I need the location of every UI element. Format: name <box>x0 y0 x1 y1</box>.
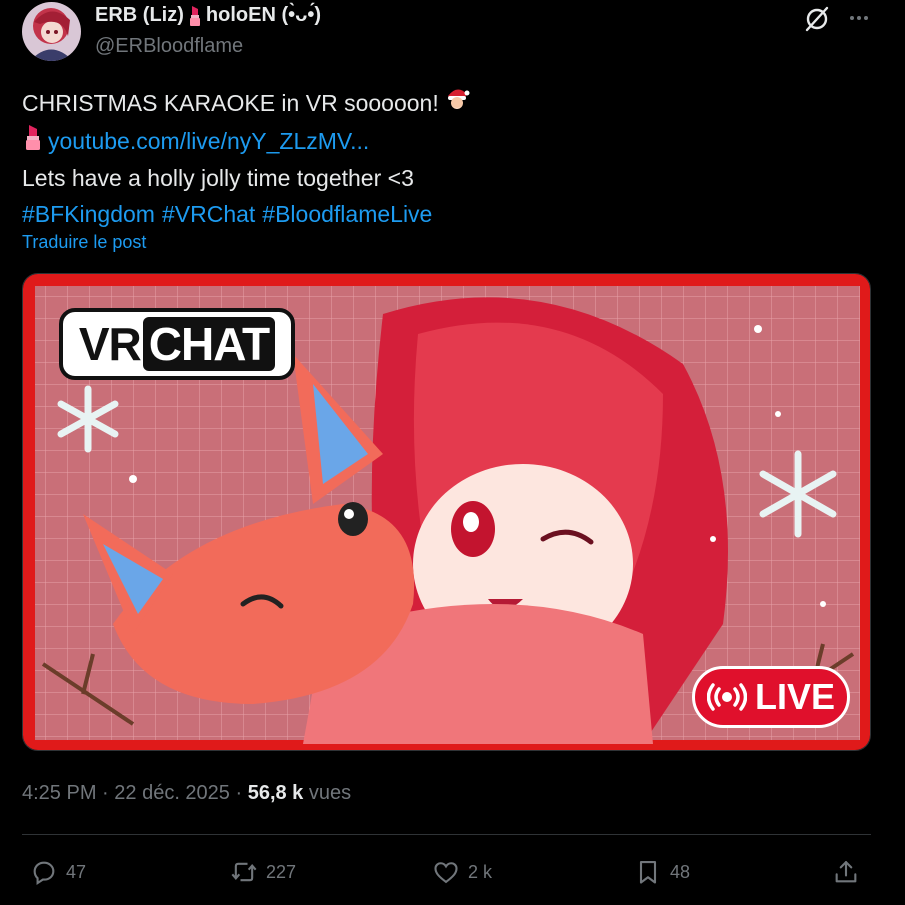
avatar[interactable] <box>22 2 81 61</box>
repost-count: 227 <box>266 861 297 882</box>
live-badge: LIVE <box>692 666 850 728</box>
vrchat-logo: VR CHAT <box>59 308 295 380</box>
tweet-hashtags: #BFKingdom #VRChat #BloodflameLive <box>22 197 471 233</box>
tweet-line-1: CHRISTMAS KARAOKE in VR sooooon! <box>22 84 471 123</box>
translate-post-link[interactable]: Traduire le post <box>22 232 146 253</box>
bookmark-count: 48 <box>670 861 691 882</box>
santa-emoji-icon <box>443 84 471 123</box>
tweet-line-3-text: Lets have a holly jolly time together <3 <box>22 165 414 191</box>
divider <box>22 834 871 835</box>
tweet-meta: 4:25 PM · 22 déc. 2025 · 56,8 k vues <box>22 782 351 805</box>
display-name[interactable]: ERB (Liz) holoEN (•̀ᴗ•́) <box>95 4 321 27</box>
action-bar: 47 227 2 k 48 <box>22 850 871 894</box>
more-options-icon[interactable] <box>847 6 871 30</box>
hashtag-bfkingdom[interactable]: #BFKingdom <box>22 197 155 233</box>
heart-icon <box>434 862 458 884</box>
share-icon <box>835 861 857 883</box>
display-name-text[interactable]: ERB (Liz) <box>95 4 184 27</box>
hashtag-bloodflamelive[interactable]: #BloodflameLive <box>262 197 432 233</box>
like-button[interactable]: 2 k <box>432 850 492 894</box>
meta-separator: · <box>102 782 115 804</box>
tweet-text: CHRISTMAS KARAOKE in VR sooooon! youtube… <box>22 84 471 232</box>
display-name-suffix[interactable]: holoEN (•̀ᴗ•́) <box>206 4 321 27</box>
share-button[interactable] <box>832 850 860 894</box>
media-image[interactable]: VR CHAT LIVE <box>22 273 871 751</box>
like-count: 2 k <box>468 861 493 882</box>
youtube-link[interactable]: youtube.com/live/nyY_ZLzMV... <box>48 124 369 160</box>
meta-separator: · <box>235 782 248 804</box>
repost-button[interactable]: 227 <box>230 850 296 894</box>
hashtag-vrchat[interactable]: #VRChat <box>162 197 255 233</box>
vrchat-logo-chat: CHAT <box>142 317 276 371</box>
views-label: vues <box>308 782 352 804</box>
views-count: 56,8 k <box>247 782 304 804</box>
user-handle[interactable]: @ERBloodflame <box>95 35 243 58</box>
reply-icon <box>33 861 55 886</box>
bookmark-button[interactable]: 48 <box>634 850 690 894</box>
live-label: LIVE <box>754 676 835 717</box>
tweet-line-2: youtube.com/live/nyY_ZLzMV... <box>22 123 471 162</box>
vrchat-logo-vr: VR <box>78 318 142 370</box>
bookmark-icon <box>639 861 657 884</box>
reply-button[interactable]: 47 <box>30 850 86 894</box>
tweet-date[interactable]: 22 déc. 2025 <box>114 782 230 804</box>
lipstick-emoji-icon <box>188 5 202 27</box>
reply-count: 47 <box>66 861 87 882</box>
repost-icon <box>231 862 257 882</box>
broadcast-icon <box>706 682 747 712</box>
tweet-line-3: Lets have a holly jolly time together <3 <box>22 161 471 197</box>
tweet-header: ERB (Liz) holoEN (•̀ᴗ•́) @ERBloodflame <box>22 2 882 64</box>
lipstick-emoji-icon <box>22 123 44 162</box>
tweet-time[interactable]: 4:25 PM <box>22 782 96 804</box>
tweet-line-1-text: CHRISTMAS KARAOKE in VR sooooon! <box>22 89 439 116</box>
grok-icon[interactable] <box>804 6 830 32</box>
